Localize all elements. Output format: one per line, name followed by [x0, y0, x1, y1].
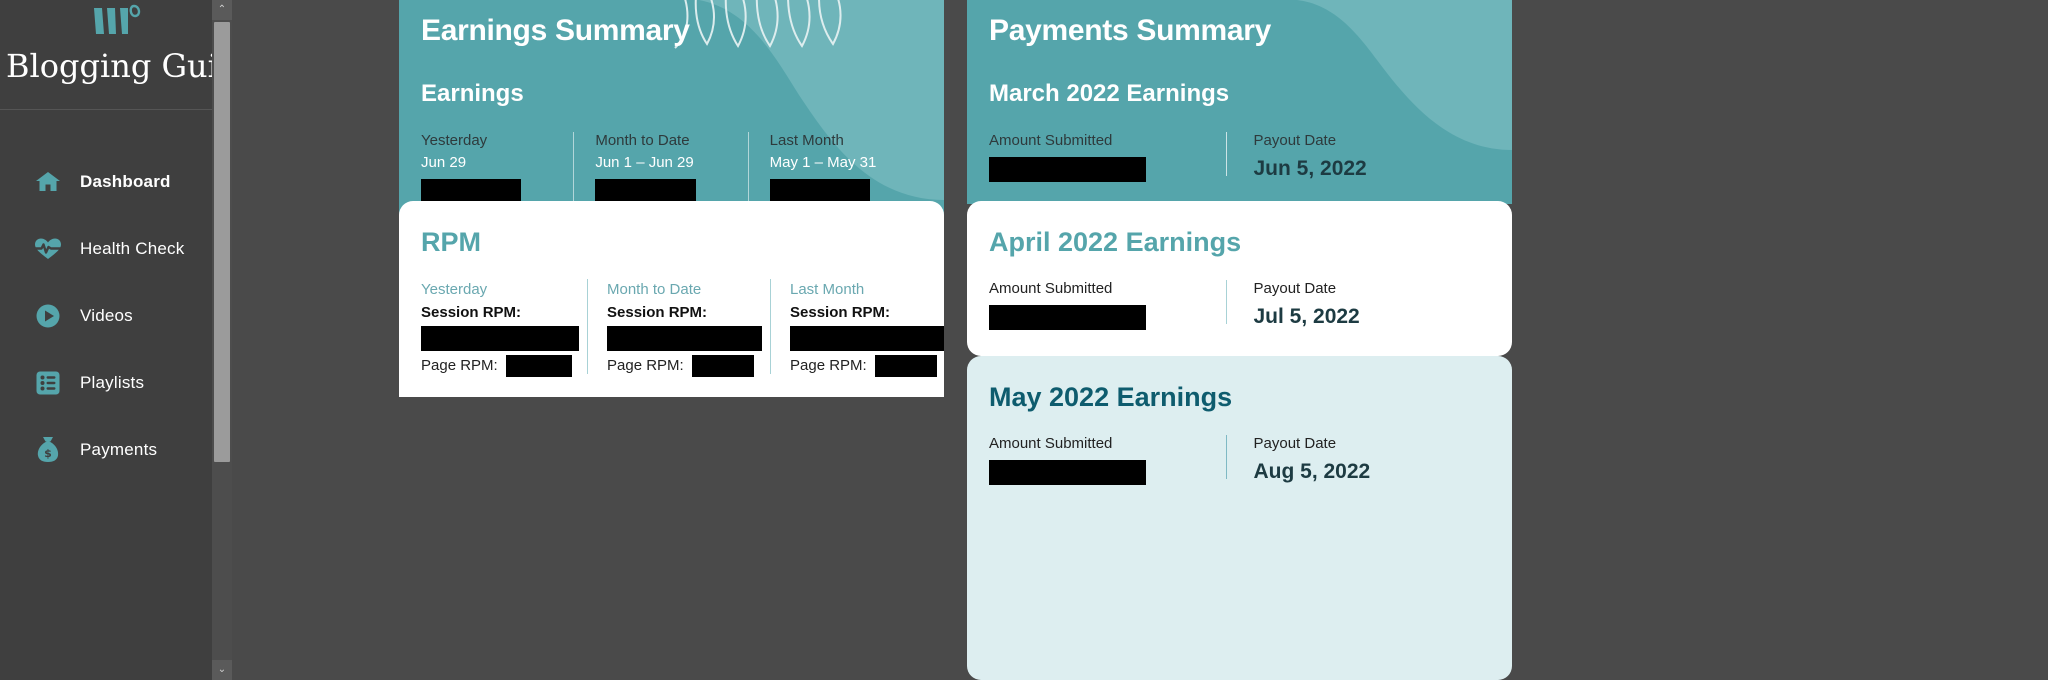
sidebar-header: Blogging Guide [0, 0, 232, 110]
redacted-session-rpm-value [421, 326, 579, 351]
session-rpm-label: Session RPM: [607, 303, 708, 321]
redacted-earnings-value [421, 178, 521, 202]
stat-sub: May 1 – May 31 [769, 153, 877, 171]
rpm-card: RPM Yesterday Session RPM: Page RPM: Mon… [399, 201, 944, 397]
payments-row-april: Amount Submitted Payout Date Jul 5, 2022 [989, 278, 1490, 332]
payout-date-label: Payout Date [1253, 132, 1337, 149]
amount-submitted-label: Amount Submitted [989, 280, 1113, 297]
redacted-session-rpm-value [790, 326, 944, 351]
payments-card-may: May 2022 Earnings Amount Submitted Payou… [967, 356, 1512, 680]
earnings-col-last-month: Last Month May 1 – May 31 [747, 130, 922, 202]
sidebar-nav: Dashboard Health Check Videos Playlists … [0, 110, 232, 483]
sidebar-item-videos[interactable]: Videos [0, 282, 232, 349]
earnings-teal-header: Earnings Summary Earnings Yesterday Jun … [399, 0, 944, 397]
earnings-col-yesterday: Yesterday Jun 29 [421, 130, 573, 202]
brand-title: Blogging Guide [6, 47, 232, 85]
amount-submitted-label: Amount Submitted [989, 435, 1113, 452]
amount-submitted-label: Amount Submitted [989, 132, 1113, 149]
payments-summary-panel: Payments Summary March 2022 Earnings Amo… [967, 0, 1512, 680]
redacted-page-rpm-value [691, 355, 754, 378]
rpm-stat-row: Yesterday Session RPM: Page RPM: Month t… [421, 279, 944, 378]
redacted-earnings-value [595, 178, 697, 202]
payments-teal-header: Payments Summary March 2022 Earnings Amo… [967, 0, 1512, 204]
session-rpm-label: Session RPM: [790, 303, 891, 321]
payout-date-col: Payout Date Jun 5, 2022 [1225, 130, 1491, 184]
amount-submitted-col: Amount Submitted [989, 278, 1226, 332]
scroll-down-arrow-icon[interactable]: ⌄ [212, 660, 232, 680]
amount-submitted-col: Amount Submitted [989, 130, 1226, 184]
earnings-section-title: Earnings [421, 80, 524, 107]
page-rpm-label: Page RPM: [421, 357, 498, 374]
rpm-col-month-to-date: Month to Date Session RPM: Page RPM: [587, 279, 770, 378]
sidebar: Blogging Guide Dashboard Health [0, 0, 232, 680]
amount-submitted-col: Amount Submitted [989, 433, 1226, 487]
earnings-summary-panel: Earnings Summary Earnings Yesterday Jun … [399, 0, 944, 680]
scroll-up-arrow-icon[interactable]: ⌃ [212, 0, 232, 20]
sidebar-item-label: Videos [80, 305, 133, 325]
stat-sub: Jun 29 [421, 153, 467, 171]
sidebar-item-label: Dashboard [80, 171, 171, 191]
brand-logo [0, 2, 232, 50]
earnings-col-month-to-date: Month to Date Jun 1 – Jun 29 [573, 130, 747, 202]
svg-text:$: $ [44, 447, 52, 460]
earnings-panel-title: Earnings Summary [421, 14, 690, 47]
rpm-period: Last Month [790, 281, 865, 298]
payments-row-may: Amount Submitted Payout Date Aug 5, 2022 [989, 433, 1490, 487]
sidebar-item-health-check[interactable]: Health Check [0, 215, 232, 282]
list-icon [34, 369, 62, 397]
sidebar-item-label: Playlists [80, 372, 145, 392]
heartbeat-icon [34, 235, 62, 263]
redacted-session-rpm-value [607, 326, 762, 351]
payout-date-label: Payout Date [1253, 280, 1337, 297]
payments-panel-title: Payments Summary [989, 14, 1272, 47]
stat-label: Last Month [769, 132, 844, 149]
payout-date-value: Aug 5, 2022 [1253, 459, 1371, 483]
sidebar-item-label: Payments [80, 439, 158, 459]
redacted-amount-value [989, 304, 1146, 330]
sidebar-item-dashboard[interactable]: Dashboard [0, 148, 232, 215]
sidebar-item-payments[interactable]: $ Payments [0, 416, 232, 483]
page-rpm-label: Page RPM: [607, 357, 684, 374]
payout-date-value: Jul 5, 2022 [1253, 304, 1360, 328]
stat-sub: Jun 1 – Jun 29 [595, 153, 694, 171]
redacted-amount-value [989, 156, 1146, 182]
redacted-page-rpm-value [505, 355, 572, 378]
session-rpm-label: Session RPM: [421, 303, 522, 321]
payout-date-label: Payout Date [1253, 435, 1337, 452]
rpm-title: RPM [421, 227, 481, 257]
sidebar-scrollbar[interactable]: ⌃ ⌄ [212, 0, 232, 680]
mediavine-logo-icon [94, 4, 141, 34]
redacted-page-rpm-value [874, 355, 937, 378]
play-icon [34, 302, 62, 330]
rpm-period: Month to Date [607, 281, 702, 298]
stat-label: Month to Date [595, 132, 690, 149]
payments-row-march: Amount Submitted Payout Date Jun 5, 2022 [989, 130, 1490, 184]
payments-card-april: April 2022 Earnings Amount Submitted Pay… [967, 201, 1512, 356]
app-root: Blogging Guide Dashboard Health [0, 0, 2048, 680]
page-rpm-label: Page RPM: [790, 357, 867, 374]
rpm-col-last-month: Last Month Session RPM: Page RPM: [770, 279, 944, 378]
payout-date-col: Payout Date Aug 5, 2022 [1225, 433, 1491, 487]
earnings-stat-row: Yesterday Jun 29 Month to Date Jun 1 – J… [421, 130, 922, 202]
rpm-col-yesterday: Yesterday Session RPM: Page RPM: [421, 279, 587, 378]
home-icon [34, 168, 62, 196]
payout-date-col: Payout Date Jul 5, 2022 [1225, 278, 1491, 332]
stat-label: Yesterday [421, 132, 488, 149]
payout-date-value: Jun 5, 2022 [1253, 156, 1367, 180]
payments-card-heading-may: May 2022 Earnings [989, 382, 1233, 412]
redacted-amount-value [989, 459, 1146, 485]
redacted-earnings-value [769, 178, 870, 202]
money-bag-icon: $ [34, 436, 62, 464]
payments-card-heading-march: March 2022 Earnings [989, 80, 1230, 107]
payments-card-heading-april: April 2022 Earnings [989, 227, 1242, 257]
rpm-period: Yesterday [421, 281, 488, 298]
sidebar-item-label: Health Check [80, 238, 185, 258]
sidebar-item-playlists[interactable]: Playlists [0, 349, 232, 416]
scrollbar-thumb[interactable] [214, 22, 230, 462]
